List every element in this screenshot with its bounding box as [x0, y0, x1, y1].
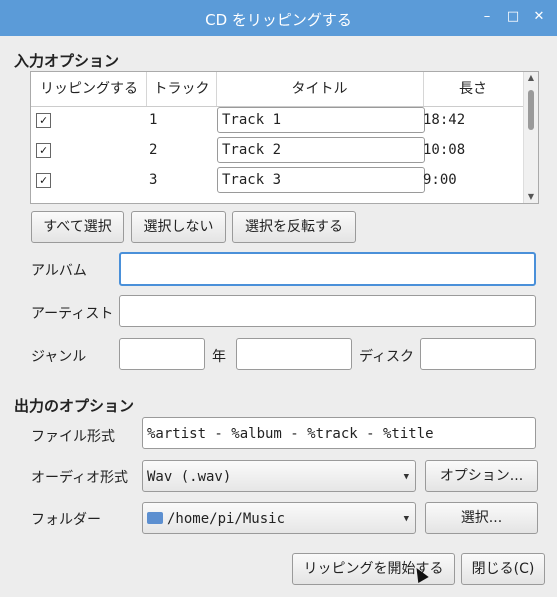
- rip-checkbox[interactable]: ✓: [36, 173, 51, 188]
- track-length: 9:00: [423, 172, 457, 188]
- output-options-heading: 出力のオプション: [14, 397, 135, 415]
- artist-label: アーティスト: [31, 306, 114, 322]
- track-title-input[interactable]: Track 2: [217, 137, 425, 163]
- title-bar: CD をリッピングする – □ ✕: [0, 0, 557, 36]
- disc-input[interactable]: [420, 338, 536, 370]
- track-title-input[interactable]: Track 1: [217, 107, 425, 133]
- table-row[interactable]: ✓ 2 Track 2 10:08: [31, 135, 523, 165]
- artist-input[interactable]: [119, 295, 536, 327]
- audio-format-value: Wav (.wav): [147, 469, 232, 485]
- table-row[interactable]: ✓ 1 Track 1 18:42: [31, 105, 523, 135]
- track-title-input[interactable]: Track 3: [217, 167, 425, 193]
- file-format-input[interactable]: %artist - %album - %track - %title: [142, 417, 536, 449]
- column-length[interactable]: 長さ: [423, 72, 523, 106]
- audio-format-select[interactable]: Wav (.wav) ▼: [142, 460, 416, 492]
- scroll-thumb[interactable]: [528, 90, 534, 130]
- start-ripping-button[interactable]: リッピングを開始する: [292, 553, 455, 585]
- folder-value: /home/pi/Music: [167, 511, 286, 527]
- year-label: 年: [212, 349, 226, 365]
- genre-input[interactable]: [119, 338, 205, 370]
- input-options-heading: 入力オプション: [14, 52, 120, 70]
- column-title[interactable]: タイトル: [216, 72, 424, 106]
- track-number: 1: [149, 112, 158, 128]
- audio-options-button[interactable]: オプション...: [425, 460, 538, 492]
- dropdown-arrow-icon: ▼: [403, 472, 409, 482]
- select-all-button[interactable]: すべて選択: [31, 211, 124, 243]
- genre-label: ジャンル: [31, 349, 87, 365]
- track-table[interactable]: リッピングする トラック タイトル 長さ ✓ 1 Track 1 18:42 ✓…: [30, 71, 539, 204]
- table-row[interactable]: ✓ 3 Track 3 9:00: [31, 165, 523, 195]
- track-length: 10:08: [423, 142, 466, 158]
- maximize-icon[interactable]: □: [504, 8, 522, 26]
- year-input[interactable]: [236, 338, 352, 370]
- folder-select-button[interactable]: 選択...: [425, 502, 538, 534]
- rip-checkbox[interactable]: ✓: [36, 113, 51, 128]
- minimize-icon[interactable]: –: [478, 8, 496, 26]
- album-label: アルバム: [31, 263, 87, 279]
- folder-icon: [147, 512, 163, 524]
- folder-label: フォルダー: [31, 512, 101, 528]
- file-format-label: ファイル形式: [31, 429, 115, 445]
- track-number: 3: [149, 172, 158, 188]
- track-number: 2: [149, 142, 158, 158]
- close-button[interactable]: 閉じる(C): [461, 553, 545, 585]
- scroll-down-icon[interactable]: ▼: [524, 191, 538, 203]
- window-title: CD をリッピングする: [205, 11, 352, 29]
- column-rip[interactable]: リッピングする: [31, 72, 147, 106]
- audio-format-label: オーディオ形式: [31, 470, 129, 486]
- invert-selection-button[interactable]: 選択を反転する: [232, 211, 356, 243]
- album-input[interactable]: [119, 252, 536, 286]
- track-length: 18:42: [423, 112, 466, 128]
- scroll-up-icon[interactable]: ▲: [524, 72, 538, 84]
- dropdown-arrow-icon: ▼: [403, 514, 409, 524]
- table-scrollbar[interactable]: ▲ ▼: [523, 72, 538, 203]
- column-track[interactable]: トラック: [147, 72, 217, 106]
- table-header: リッピングする トラック タイトル 長さ: [31, 72, 523, 107]
- folder-select[interactable]: /home/pi/Music ▼: [142, 502, 416, 534]
- select-none-button[interactable]: 選択しない: [131, 211, 226, 243]
- close-icon[interactable]: ✕: [530, 8, 548, 26]
- rip-checkbox[interactable]: ✓: [36, 143, 51, 158]
- disc-label: ディスク: [359, 349, 415, 365]
